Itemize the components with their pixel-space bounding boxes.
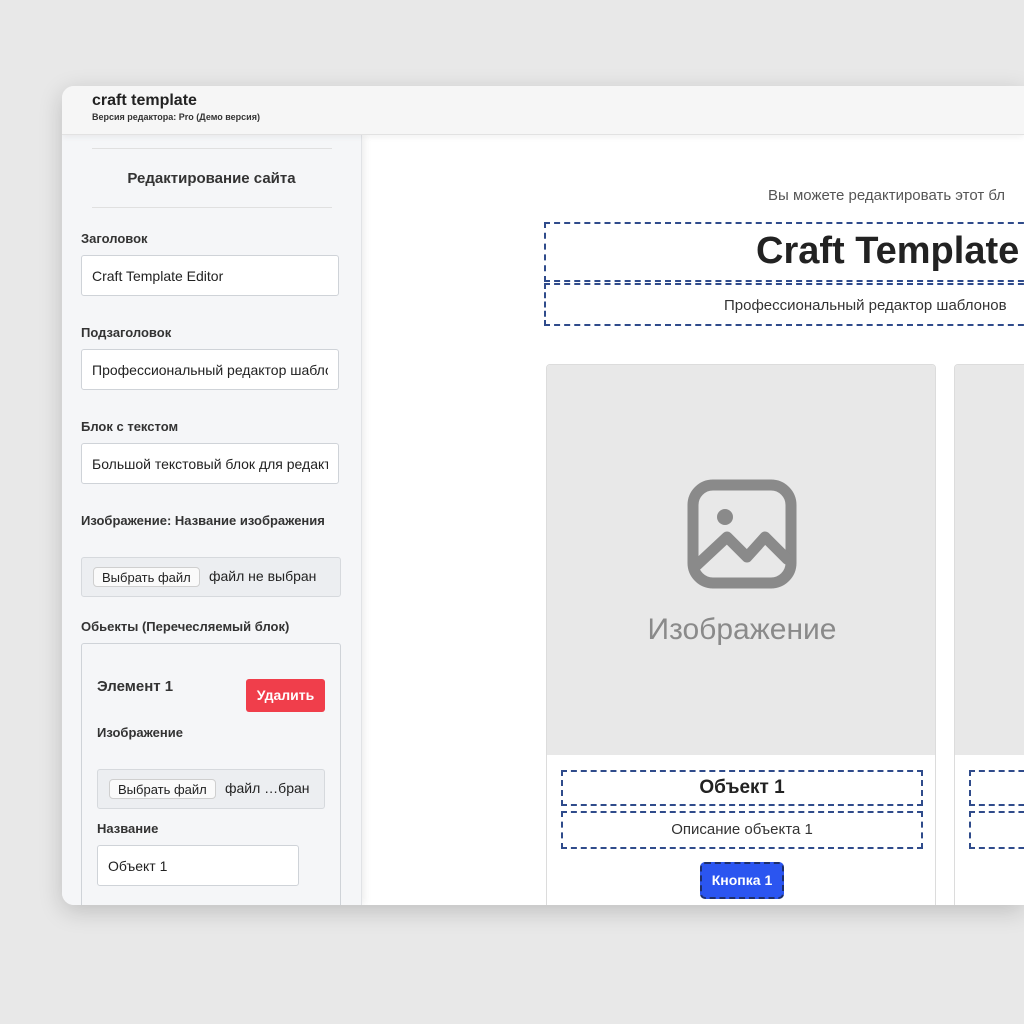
object-title-block[interactable] bbox=[969, 770, 1024, 806]
element-name-input[interactable] bbox=[97, 845, 299, 886]
file-status: файл не выбран bbox=[209, 568, 317, 584]
image-label: Изображение: Название изображения bbox=[81, 513, 325, 528]
hero-subtitle: Профессиональный редактор шаблонов bbox=[724, 297, 1007, 314]
edit-hint: Вы можете редактировать этот бл bbox=[768, 187, 1006, 204]
subtitle-input[interactable] bbox=[81, 349, 339, 390]
element-choose-file-button[interactable]: Выбрать файл bbox=[109, 779, 216, 799]
object-title: Объект 1 bbox=[699, 777, 785, 798]
object-description: Описание объекта 1 bbox=[671, 821, 813, 838]
app-version: Версия редактора: Pro (Демо версия) bbox=[92, 112, 260, 122]
image-file-picker[interactable]: Выбрать файл файл не выбран bbox=[81, 557, 341, 597]
object-card-partial bbox=[954, 364, 1024, 905]
element-title: Элемент 1 bbox=[97, 678, 174, 695]
title-input[interactable] bbox=[81, 255, 339, 296]
title-label: Заголовок bbox=[81, 231, 148, 246]
choose-file-button[interactable]: Выбрать файл bbox=[93, 567, 200, 587]
subtitle-label: Подзаголовок bbox=[81, 325, 172, 340]
element-file-picker[interactable]: Выбрать файл файл …бран bbox=[97, 769, 325, 809]
title-bar: craft template Версия редактора: Pro (Де… bbox=[62, 86, 1024, 135]
card-image-placeholder[interactable] bbox=[955, 365, 1024, 755]
object-description-block[interactable]: Описание объекта 1 bbox=[561, 811, 923, 849]
preview-area: Вы можете редактировать этот бл Craft Te… bbox=[362, 134, 1024, 905]
hero-title: Craft Template bbox=[756, 230, 1020, 272]
sidebar-heading: Редактирование сайта bbox=[127, 170, 296, 187]
element-image-label: Изображение bbox=[97, 725, 183, 740]
sidebar-divider bbox=[92, 207, 332, 208]
object-button[interactable]: Кнопка 1 bbox=[700, 862, 784, 899]
sidebar-divider bbox=[92, 148, 332, 149]
app-window: craft template Версия редактора: Pro (Де… bbox=[62, 86, 1024, 905]
image-icon bbox=[687, 479, 797, 589]
editor-sidebar: Редактирование сайта Заголовок Подзаголо… bbox=[62, 134, 362, 905]
object-title-block[interactable]: Объект 1 bbox=[561, 770, 923, 806]
element-file-status: файл …бран bbox=[225, 780, 310, 796]
element-name-label: Название bbox=[97, 821, 159, 836]
text-block-label: Блок с текстом bbox=[81, 419, 179, 434]
app-title: craft template bbox=[92, 92, 197, 109]
image-placeholder-text: Изображение bbox=[647, 613, 837, 646]
text-block-input[interactable] bbox=[81, 443, 339, 484]
delete-button[interactable]: Удалить bbox=[246, 679, 325, 712]
card-image-placeholder[interactable]: Изображение bbox=[547, 365, 935, 755]
object-card: Изображение Объект 1 Описание объекта 1 … bbox=[546, 364, 936, 905]
hero-subtitle-block[interactable]: Профессиональный редактор шаблонов bbox=[544, 283, 1024, 326]
objects-label: Обьекты (Перечесляемый блок) bbox=[81, 619, 290, 634]
objects-list: Элемент 1 Удалить Изображение Выбрать фа… bbox=[81, 643, 341, 905]
object-description-block[interactable] bbox=[969, 811, 1024, 849]
hero-title-block[interactable]: Craft Template bbox=[544, 222, 1024, 282]
